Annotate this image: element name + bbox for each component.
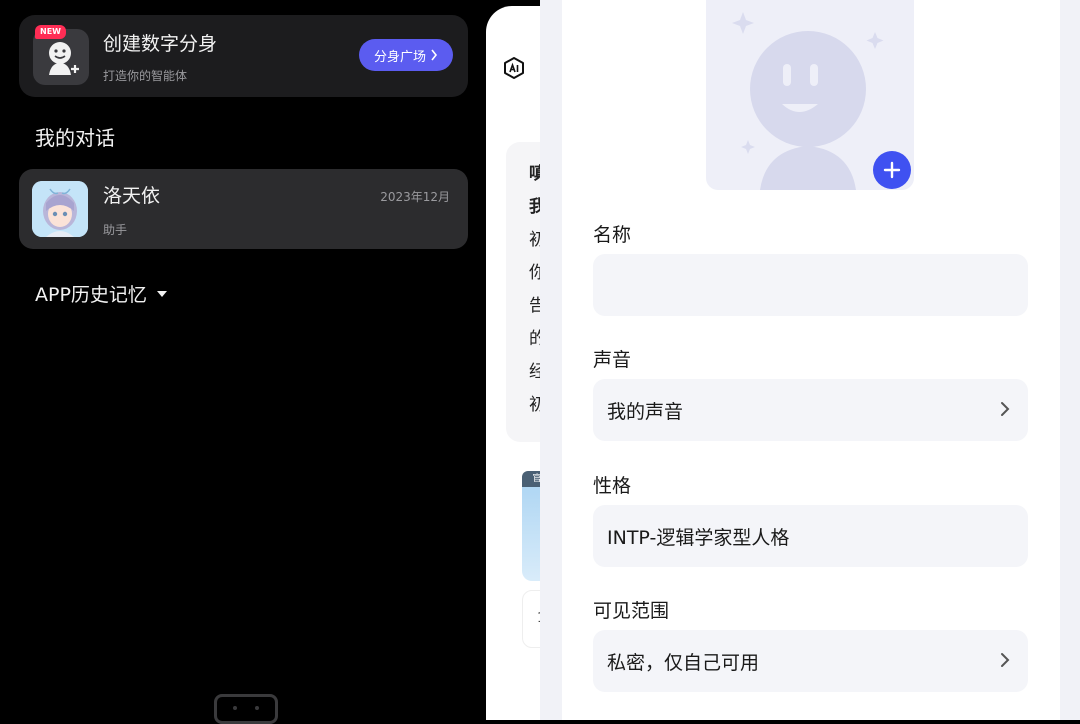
add-avatar-button[interactable] [873,151,911,189]
voice-value: 我的声音 [607,400,684,423]
personality-field[interactable]: INTP-逻辑学家型人格 [593,505,1028,567]
chevron-right-icon [1001,653,1010,667]
plus-icon [883,161,901,179]
caret-down-icon [156,290,167,297]
app-history-label: APP历史记忆 [35,284,147,306]
visibility-selector[interactable]: 私密，仅自己可用 [593,630,1028,692]
voice-label: 声音 [593,349,632,371]
create-avatar-subtitle: 打造你的智能体 [103,69,188,83]
my-conversations-heading: 我的对话 [35,126,115,150]
voice-selector[interactable]: 我的声音 [593,379,1028,441]
name-label: 名称 [593,224,632,246]
name-input[interactable] [593,254,1028,316]
chevron-right-icon [431,49,438,61]
avatar [32,181,88,237]
conversation-drawer: NEW 创建数字分身 打造你的智能体 分身广场 我的对话 洛天依 助手 2023… [0,0,486,724]
conversation-role: 助手 [103,223,128,237]
conversation-item[interactable]: 洛天依 助手 2023年12月 [19,169,468,249]
new-badge: NEW [35,25,66,39]
create-avatar-title: 创建数字分身 [103,33,218,55]
bot-eye-left [233,706,237,710]
personality-value: INTP-逻辑学家型人格 [607,526,790,549]
avatar-square-button[interactable]: 分身广场 [359,39,453,71]
app-history-memory-toggle[interactable]: APP历史记忆 [35,280,167,307]
visibility-value: 私密，仅自己可用 [607,651,760,674]
bot-eye-right [255,706,259,710]
create-digital-avatar-card[interactable]: NEW 创建数字分身 打造你的智能体 分身广场 [19,15,468,97]
conversation-name: 洛天依 [103,185,161,207]
visibility-label: 可见范围 [593,600,670,622]
personality-label: 性格 [593,475,632,497]
create-avatar-icon: NEW [33,25,89,85]
avatar-square-label: 分身广场 [373,49,426,65]
chevron-right-icon [1001,402,1010,416]
conversation-date: 2023年12月 [380,190,450,204]
ai-icon[interactable] [502,56,526,80]
